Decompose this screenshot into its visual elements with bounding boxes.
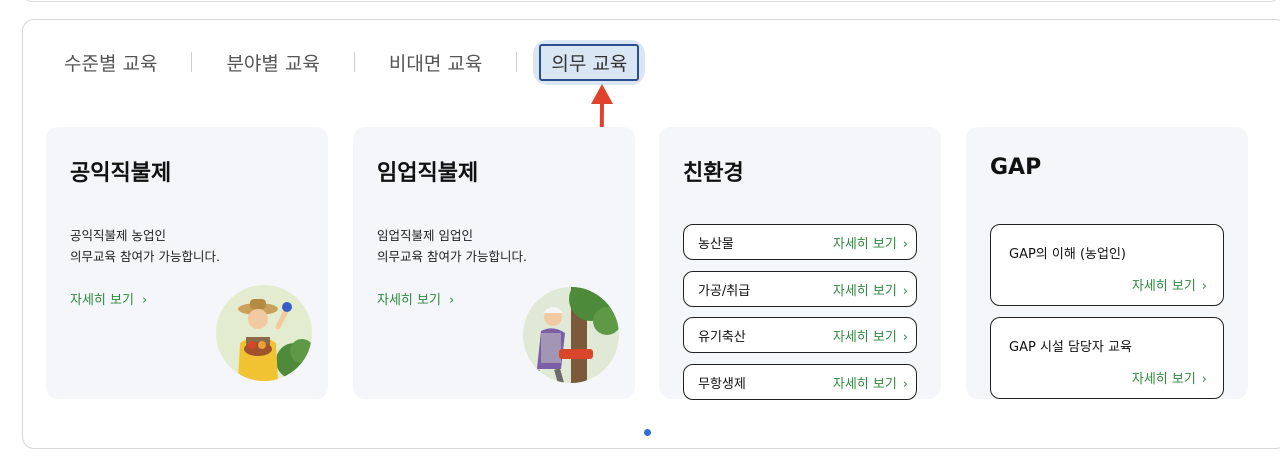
- gap-item-understanding-farmers[interactable]: GAP의 이해 (농업인) 자세히 보기 ›: [990, 224, 1224, 306]
- view-details-label: 자세히 보기: [832, 283, 897, 299]
- card-description-line: 의무교육 참여가 가능합니다.: [377, 249, 527, 264]
- eco-item-organic-livestock[interactable]: 유기축산 자세히 보기 ›: [683, 317, 917, 353]
- tab-mandatory-education-highlight: 의무 교육: [533, 39, 646, 85]
- chevron-right-icon: ›: [902, 376, 908, 392]
- gap-item-facility-manager[interactable]: GAP 시설 담당자 교육 자세히 보기 ›: [990, 317, 1224, 399]
- card-gap: GAP GAP의 이해 (농업인) 자세히 보기 › GAP 시설 담당자 교육 …: [966, 127, 1248, 399]
- view-details-link[interactable]: 자세히 보기 ›: [833, 373, 908, 392]
- card-public-direct-payment: 공익직불제 공익직불제 농업인 의무교육 참여가 가능합니다. 자세히 보기 ›: [46, 127, 328, 399]
- tab-field-education[interactable]: 분야별 교육: [226, 49, 319, 76]
- gap-item-label: GAP의 이해 (농업인): [1009, 247, 1126, 262]
- pill-label: 유기축산: [698, 329, 746, 345]
- pill-label: 무항생제: [698, 376, 746, 392]
- view-details-label: 자세히 보기: [832, 376, 897, 392]
- card-forestry-direct-payment: 임업직불제 임업직불제 임업인 의무교육 참여가 가능합니다. 자세히 보기 ›: [353, 127, 635, 399]
- card-title: 친환경: [683, 161, 744, 186]
- chevron-right-icon: ›: [1201, 372, 1207, 387]
- chevron-right-icon: ›: [902, 283, 908, 299]
- card-description-line: 공익직불제 농업인: [70, 228, 166, 243]
- view-details-link[interactable]: 자세히 보기 ›: [70, 289, 147, 308]
- forester-illustration: [523, 287, 619, 383]
- pill-label: 가공/취급: [698, 283, 751, 299]
- view-details-link[interactable]: 자세히 보기 ›: [377, 289, 454, 308]
- tab-divider: [516, 52, 518, 72]
- tab-divider: [191, 52, 193, 72]
- chevron-right-icon: ›: [448, 293, 455, 308]
- view-details-link[interactable]: 자세히 보기 ›: [1132, 275, 1207, 294]
- eco-item-processing[interactable]: 가공/취급 자세히 보기 ›: [683, 271, 917, 307]
- card-description: 공익직불제 농업인 의무교육 참여가 가능합니다.: [70, 225, 220, 267]
- gap-item-label: GAP 시설 담당자 교육: [1009, 340, 1132, 355]
- view-details-label: 자세히 보기: [1131, 372, 1196, 387]
- eco-item-agricultural-products[interactable]: 농산물 자세히 보기 ›: [683, 224, 917, 260]
- chevron-right-icon: ›: [902, 236, 908, 252]
- pagination-dot-active[interactable]: [644, 429, 651, 436]
- education-tabs: 수준별 교육 분야별 교육 비대면 교육 의무 교육: [64, 39, 646, 85]
- view-details-link[interactable]: 자세히 보기 ›: [833, 233, 908, 252]
- view-details-link[interactable]: 자세히 보기 ›: [1132, 368, 1207, 387]
- view-details-label: 자세히 보기: [377, 293, 441, 308]
- card-eco-friendly: 친환경 농산물 자세히 보기 › 가공/취급 자세히 보기 › 유기축산 자세히 보…: [659, 127, 941, 400]
- view-details-label: 자세히 보기: [832, 236, 897, 252]
- view-details-label: 자세히 보기: [1131, 279, 1196, 294]
- card-description-line: 의무교육 참여가 가능합니다.: [70, 249, 220, 264]
- card-description-line: 임업직불제 임업인: [377, 228, 473, 243]
- tab-divider: [353, 52, 355, 72]
- tab-online-education[interactable]: 비대면 교육: [389, 49, 482, 76]
- pill-label: 농산물: [698, 236, 734, 252]
- view-details-label: 자세히 보기: [832, 329, 897, 345]
- chevron-right-icon: ›: [141, 293, 148, 308]
- card-title: GAP: [990, 155, 1042, 180]
- chevron-right-icon: ›: [1201, 279, 1207, 294]
- card-title: 공익직불제: [70, 161, 172, 186]
- card-description: 임업직불제 임업인 의무교육 참여가 가능합니다.: [377, 225, 527, 267]
- chevron-right-icon: ›: [902, 329, 908, 345]
- tab-level-education[interactable]: 수준별 교육: [64, 49, 157, 76]
- view-details-link[interactable]: 자세히 보기 ›: [833, 326, 908, 345]
- tab-mandatory-education[interactable]: 의무 교육: [539, 43, 640, 81]
- previous-section-edge: [22, 0, 1280, 2]
- view-details-link[interactable]: 자세히 보기 ›: [833, 280, 908, 299]
- farmer-illustration: [216, 285, 312, 381]
- view-details-label: 자세히 보기: [70, 293, 134, 308]
- card-title: 임업직불제: [377, 161, 479, 186]
- eco-item-antibiotic-free[interactable]: 무항생제 자세히 보기 ›: [683, 364, 917, 400]
